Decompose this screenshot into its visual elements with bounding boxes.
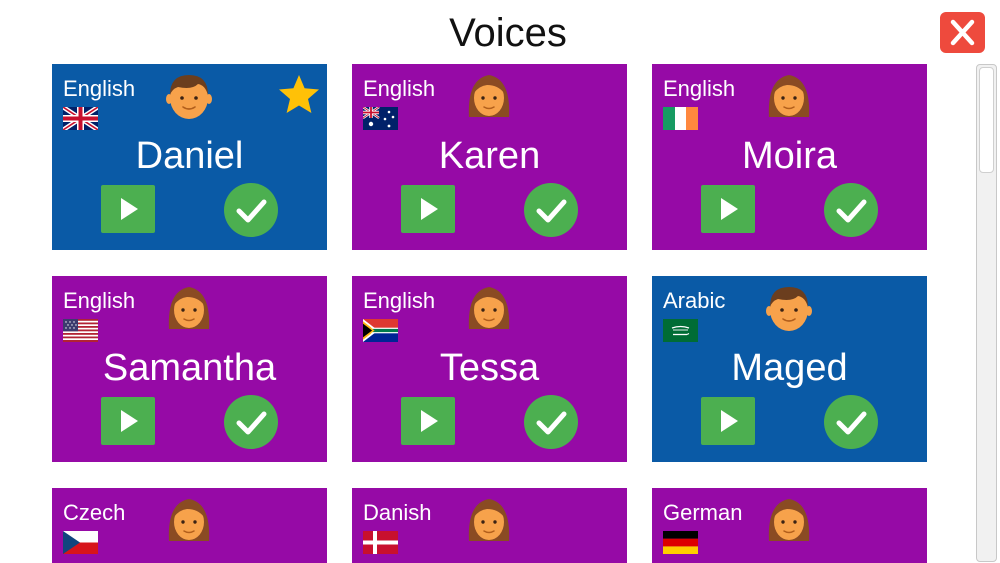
select-voice-button[interactable] bbox=[224, 395, 278, 449]
play-icon bbox=[121, 198, 138, 220]
check-icon bbox=[236, 199, 267, 223]
check-icon bbox=[836, 199, 867, 223]
voice-language: English bbox=[363, 288, 436, 313]
voice-name: Daniel bbox=[135, 135, 244, 177]
play-icon bbox=[421, 410, 438, 432]
select-voice-button[interactable] bbox=[824, 183, 878, 237]
avatar-male-icon bbox=[165, 71, 213, 121]
voice-language: English bbox=[63, 288, 136, 313]
voice-card[interactable]: English Moira bbox=[652, 64, 927, 250]
voice-language: English bbox=[663, 76, 736, 101]
voice-language: English bbox=[363, 76, 436, 101]
check-icon bbox=[536, 199, 567, 223]
play-button[interactable] bbox=[401, 185, 455, 233]
flag-icon bbox=[663, 319, 698, 342]
avatar-female-icon bbox=[765, 71, 813, 121]
flag-icon bbox=[63, 531, 98, 554]
select-voice-button[interactable] bbox=[824, 395, 878, 449]
avatar-female-icon bbox=[465, 71, 513, 121]
voice-card[interactable]: English Samantha bbox=[52, 276, 327, 462]
flag-icon bbox=[363, 531, 398, 554]
close-icon bbox=[950, 19, 975, 46]
voice-language: Czech bbox=[63, 500, 126, 525]
voice-name: Karen bbox=[438, 135, 541, 177]
voice-language: Danish bbox=[363, 500, 432, 525]
flag-icon bbox=[663, 107, 698, 130]
play-icon bbox=[421, 198, 438, 220]
play-button[interactable] bbox=[101, 397, 155, 445]
check-icon bbox=[236, 411, 267, 435]
voice-card[interactable]: Arabic Maged bbox=[652, 276, 927, 462]
page-title: Voices bbox=[449, 11, 567, 55]
voice-name: Samantha bbox=[102, 347, 277, 389]
flag-icon bbox=[61, 105, 100, 132]
avatar-female-icon bbox=[465, 283, 513, 333]
voice-language: German bbox=[663, 500, 743, 525]
avatar-female-icon bbox=[465, 495, 513, 545]
voice-name: Moira bbox=[741, 135, 838, 177]
avatar-female-icon bbox=[165, 495, 213, 545]
avatar-female-icon bbox=[165, 283, 213, 333]
voice-card[interactable]: English Karen bbox=[352, 64, 627, 250]
select-voice-button[interactable] bbox=[224, 183, 278, 237]
play-button[interactable] bbox=[401, 397, 455, 445]
avatar-male-icon bbox=[765, 283, 813, 333]
flag-icon bbox=[63, 319, 98, 342]
star-icon[interactable] bbox=[276, 72, 322, 116]
voice-card[interactable]: Czech bbox=[52, 488, 327, 563]
flag-icon bbox=[362, 106, 398, 130]
play-icon bbox=[721, 410, 738, 432]
scrollbar-thumb[interactable] bbox=[979, 67, 994, 173]
flag-icon bbox=[663, 531, 698, 554]
voice-language: English bbox=[63, 76, 136, 101]
voice-language: Arabic bbox=[663, 288, 726, 313]
play-button[interactable] bbox=[701, 397, 755, 445]
play-icon bbox=[121, 410, 138, 432]
play-icon bbox=[721, 198, 738, 220]
close-button[interactable] bbox=[940, 12, 985, 53]
voice-card[interactable]: German bbox=[652, 488, 927, 563]
select-voice-button[interactable] bbox=[524, 183, 578, 237]
scrollbar[interactable] bbox=[976, 64, 997, 562]
voice-name: Tessa bbox=[439, 347, 540, 389]
play-button[interactable] bbox=[701, 185, 755, 233]
check-icon bbox=[536, 411, 567, 435]
voice-card[interactable]: English Daniel bbox=[52, 64, 327, 250]
avatar-female-icon bbox=[765, 495, 813, 545]
check-icon bbox=[836, 411, 867, 435]
select-voice-button[interactable] bbox=[524, 395, 578, 449]
voice-card[interactable]: Danish bbox=[352, 488, 627, 563]
flag-icon bbox=[363, 319, 398, 342]
voice-name: Maged bbox=[731, 347, 848, 389]
voice-card[interactable]: English Tessa bbox=[352, 276, 627, 462]
play-button[interactable] bbox=[101, 185, 155, 233]
